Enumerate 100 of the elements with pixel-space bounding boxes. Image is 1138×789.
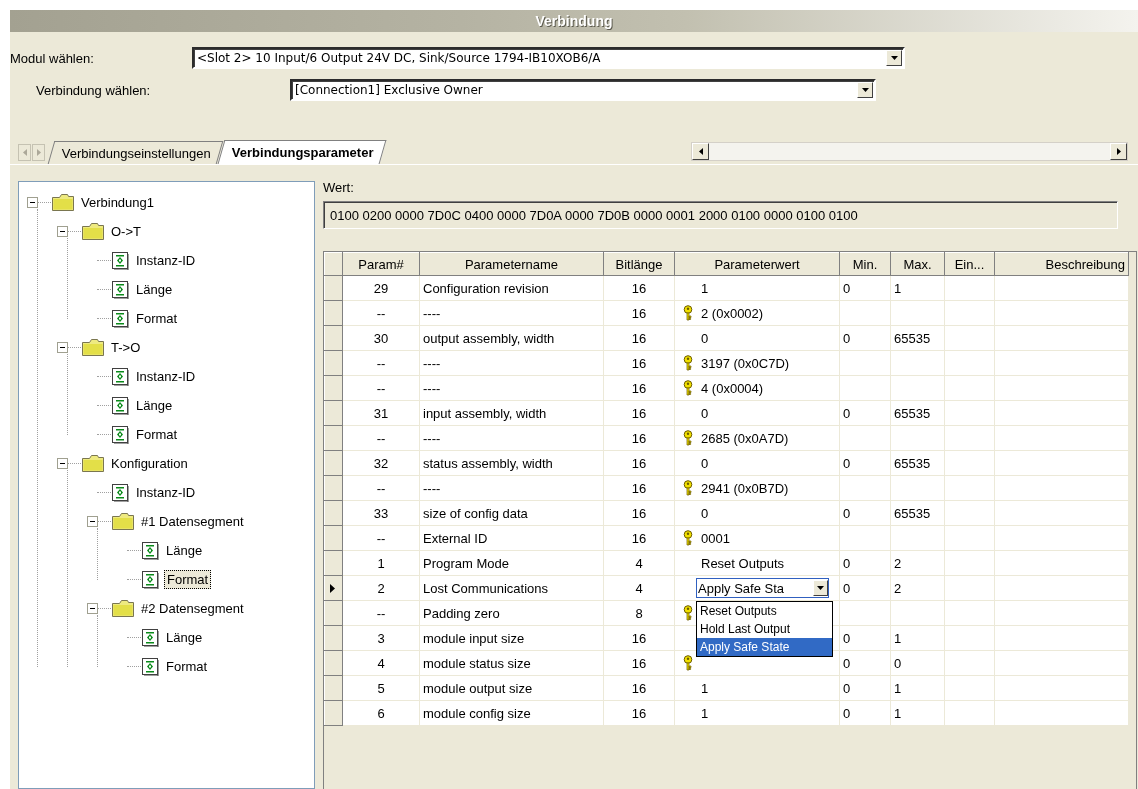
table-cell: module config size — [419, 700, 604, 726]
parameter-icon — [112, 280, 129, 299]
dropdown-field[interactable]: Apply Safe Sta — [696, 578, 829, 598]
table-cell: 2941 (0x0B7D) — [701, 480, 789, 496]
tree-item[interactable]: Format — [134, 310, 180, 327]
row-header[interactable] — [324, 575, 343, 601]
table-cell: 16 — [603, 475, 675, 501]
parameter-icon — [142, 570, 159, 589]
parameter-icon — [112, 367, 129, 386]
table-cell: 0 — [839, 550, 891, 576]
tree-item[interactable]: Konfiguration — [109, 455, 190, 472]
table-cell: 65535 — [890, 450, 945, 476]
table-cell: 16 — [603, 500, 675, 526]
folder-icon — [82, 223, 104, 240]
collapse-icon[interactable] — [27, 197, 38, 208]
scroll-left-icon[interactable] — [698, 148, 703, 155]
tree-item[interactable]: Format — [164, 570, 212, 589]
table-cell: Configuration revision — [419, 275, 604, 301]
table-cell: 0 — [839, 625, 891, 651]
parameter-icon — [142, 541, 159, 560]
tree-item[interactable]: Instanz-ID — [134, 484, 198, 501]
folder-icon — [112, 513, 134, 530]
table-cell: Reset Outputs — [701, 555, 785, 571]
column-header[interactable]: Min. — [839, 252, 891, 276]
tree-item[interactable]: #1 Datensegment — [139, 513, 246, 530]
table-cell: 4 — [342, 650, 420, 676]
collapse-icon[interactable] — [57, 458, 68, 469]
table-cell: 0 — [839, 325, 891, 351]
table-cell: Lost Communications — [419, 575, 604, 601]
tree-item[interactable]: Länge — [134, 281, 175, 298]
table-cell: 16 — [603, 675, 675, 701]
table-cell: 0 — [701, 330, 709, 346]
parameter-icon — [112, 251, 129, 270]
table-cell: 0 — [839, 675, 891, 701]
table-cell: module status size — [419, 650, 604, 676]
table-cell: output assembly, width — [419, 325, 604, 351]
table-cell: 0 — [890, 650, 945, 676]
table-cell: Program Mode — [419, 550, 604, 576]
table-cell: -- — [342, 425, 420, 451]
tab[interactable]: Verbindungsparameter — [217, 140, 386, 164]
tree-item[interactable]: O->T — [109, 223, 143, 240]
collapse-icon[interactable] — [57, 226, 68, 237]
table-cell: 2 — [890, 550, 945, 576]
table-cell: input assembly, width — [419, 400, 604, 426]
tree-item[interactable]: T->O — [109, 339, 143, 356]
dropdown-option[interactable]: Hold Last Output — [697, 620, 832, 638]
dropdown-option[interactable]: Apply Safe State — [697, 638, 832, 656]
table-cell: 1 — [890, 675, 945, 701]
tree-item[interactable]: #2 Datensegment — [139, 600, 246, 617]
table-cell: 65535 — [890, 500, 945, 526]
field-label: Wert: — [323, 181, 355, 197]
table-cell: 5 — [342, 675, 420, 701]
table-cell: 1 — [701, 705, 709, 721]
collapse-icon[interactable] — [87, 603, 98, 614]
field-label: Modul wählen: — [10, 50, 95, 66]
tree-item[interactable]: Länge — [134, 397, 175, 414]
table-cell: 16 — [603, 625, 675, 651]
column-header[interactable]: Param# — [342, 252, 420, 276]
tree-item[interactable]: Instanz-ID — [134, 252, 198, 269]
table-cell: 3197 (0x0C7D) — [701, 355, 790, 371]
tab[interactable]: Verbindungseinstellungen — [47, 141, 224, 164]
table-cell: 32 — [342, 450, 420, 476]
table-cell: 0 — [839, 500, 891, 526]
table-cell: -- — [342, 600, 420, 626]
table-cell: 65535 — [890, 400, 945, 426]
table-cell: 16 — [603, 275, 675, 301]
tree-item[interactable]: Länge — [164, 629, 205, 646]
table-cell: status assembly, width — [419, 450, 604, 476]
table-cell: module input size — [419, 625, 604, 651]
column-header[interactable]: Parametername — [419, 252, 604, 276]
tree-item[interactable]: Länge — [164, 542, 205, 559]
tree-item[interactable]: Format — [164, 658, 210, 675]
column-header[interactable]: Max. — [890, 252, 945, 276]
value-field: 0100 0200 0000 7D0C 0400 0000 7D0A 0000 7D0B 0000 0001 2000 0100 0000 0100 0100 — [323, 201, 1118, 229]
column-header[interactable]: Bitlänge — [603, 252, 675, 276]
dropdown-field[interactable]: [Connection1] Exclusive Owner — [290, 79, 876, 101]
table-cell: 16 — [603, 425, 675, 451]
field-label: Verbindung wählen: — [36, 82, 152, 98]
table-cell: External ID — [419, 525, 604, 551]
scroll-right-icon[interactable] — [1116, 148, 1121, 155]
table-cell: 0 — [839, 400, 891, 426]
table-cell: 16 — [603, 375, 675, 401]
tree-item[interactable]: Instanz-ID — [134, 368, 198, 385]
column-header[interactable]: Parameterwert — [674, 252, 840, 276]
table-cell: 1 — [890, 275, 945, 301]
column-header[interactable]: Beschreibung — [994, 252, 1129, 276]
table-cell: 16 — [603, 700, 675, 726]
table-cell: 2 (0x0002) — [701, 305, 764, 321]
tree-item[interactable]: Format — [134, 426, 180, 443]
collapse-icon[interactable] — [87, 516, 98, 527]
table-cell: module output size — [419, 675, 604, 701]
table-cell: 16 — [603, 325, 675, 351]
folder-icon — [112, 600, 134, 617]
horizontal-scrollbar[interactable] — [691, 142, 1128, 161]
column-header[interactable]: Ein... — [944, 252, 995, 276]
tree-item[interactable]: Verbindung1 — [79, 194, 156, 211]
window-title: Verbindung — [10, 10, 1138, 32]
table-cell: 0001 — [701, 530, 730, 546]
dropdown-field[interactable]: <Slot 2> 10 Input/6 Output 24V DC, Sink/Source 1794-IB10XOB6/A — [192, 47, 905, 69]
collapse-icon[interactable] — [57, 342, 68, 353]
